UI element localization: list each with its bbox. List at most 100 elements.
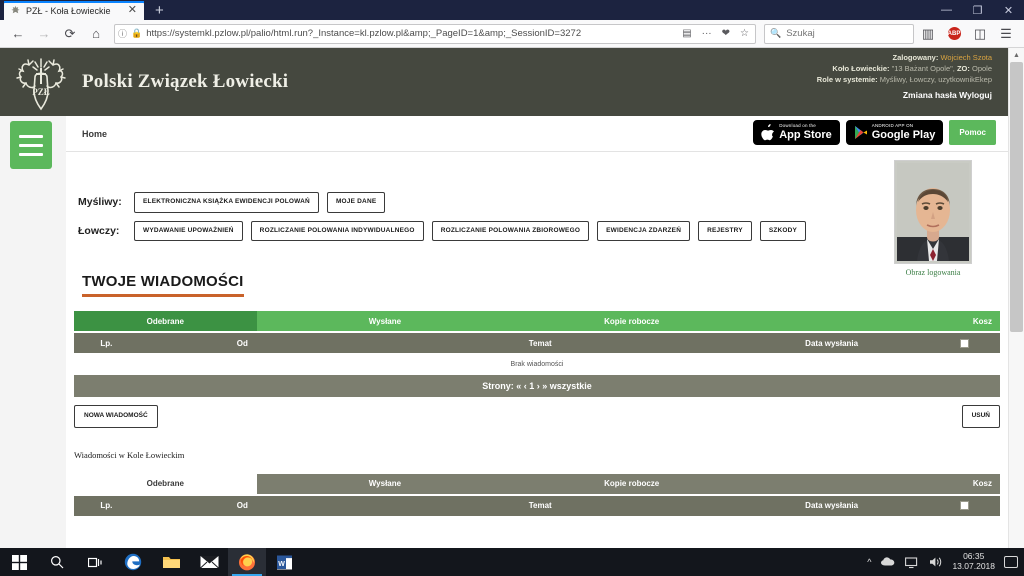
new-message-button[interactable]: NOWA WIADOMOŚĆ [74, 405, 158, 428]
site-favicon [11, 5, 20, 14]
app-menu-icon[interactable]: ☰ [994, 22, 1018, 46]
logged-user-row: Zalogowany: Wojciech Szota [817, 53, 993, 64]
club-tab-odebrane[interactable]: Odebrane [74, 473, 257, 494]
pzl-logo: PZŁ [8, 53, 74, 111]
reload-icon[interactable]: ⟳ [58, 22, 82, 46]
messages-pager[interactable]: Strony: « ‹ 1 › » wszystkie [74, 375, 1000, 397]
btn-wydawanie-upowaznien[interactable]: WYDAWANIE UPOWAŻNIEŃ [134, 220, 243, 241]
taskbar-search-button[interactable] [38, 548, 76, 576]
scrollbar-track[interactable] [1010, 62, 1023, 562]
col-lp: Lp. [100, 338, 113, 348]
system-tray: ^ 06:35 13.07.2018 [867, 551, 1024, 572]
browser-tab[interactable]: PZŁ - Koła Łowieckie ✕ [4, 1, 144, 20]
mail-button[interactable] [190, 548, 228, 576]
btn-rejestry[interactable]: REJESTRY [698, 220, 752, 241]
lock-icon: 🔒 [131, 28, 143, 38]
avatar [894, 160, 972, 264]
sidebar-icon[interactable]: ◫ [968, 22, 992, 46]
reader-mode-icon[interactable]: ▤ [679, 28, 694, 39]
tab-kosz[interactable]: Kosz [750, 311, 1000, 331]
tab-close-icon[interactable]: ✕ [126, 5, 139, 16]
word-button[interactable]: W [266, 548, 304, 576]
browser-search-box[interactable]: 🔍 [764, 23, 914, 44]
roles-value: Myśliwy, Łowczy, uzytkownikEkep [879, 74, 992, 84]
firefox-button[interactable] [228, 548, 266, 576]
club-tab-kopie-robocze[interactable]: Kopie robocze [513, 473, 751, 494]
circle-row: Koło Łowieckie: "13 Bażant Opole", ZO: O… [817, 64, 992, 75]
club-col-temat: Temat [528, 501, 552, 510]
app-store-big: App Store [779, 128, 832, 141]
task-view-button[interactable] [76, 548, 114, 576]
word-icon: W [277, 555, 292, 569]
breadcrumb[interactable]: Home [82, 129, 107, 139]
browser-titlebar: PZŁ - Koła Łowieckie ✕ + — ❐ ✕ [0, 0, 1024, 20]
btn-rozliczanie-indywidualnego[interactable]: ROZLICZANIE POLOWANIA INDYWIDUALNEGO [250, 220, 424, 241]
tab-odebrane[interactable]: Odebrane [74, 311, 257, 331]
forward-icon[interactable]: → [32, 22, 56, 46]
site-info-icon[interactable]: ⓘ [118, 27, 127, 40]
bookmark-star-icon[interactable]: ☆ [737, 28, 752, 39]
volume-icon[interactable] [929, 556, 943, 568]
tab-wyslane[interactable]: Wysłane [256, 311, 514, 331]
search-input[interactable] [786, 28, 908, 39]
role-row-lowczy: Łowczy: WYDAWANIE UPOWAŻNIEŃ ROZLICZANIE… [78, 220, 1008, 241]
hamburger-menu-button[interactable] [10, 121, 52, 169]
adblock-badge: ABP [947, 27, 961, 40]
close-icon[interactable]: ✕ [993, 0, 1024, 20]
action-center-icon[interactable] [1004, 556, 1018, 568]
tab-kopie-robocze[interactable]: Kopie robocze [513, 311, 751, 331]
logout-link[interactable]: Wyloguj [959, 90, 992, 100]
login-photo-block: Obraz logowania [894, 160, 972, 277]
scroll-up-icon[interactable]: ▲ [1009, 48, 1024, 62]
main-card: Home Download on the App Store ANDROID A… [66, 116, 1008, 576]
zo-label: ZO: [956, 63, 970, 73]
help-button[interactable]: Pomoc [949, 120, 996, 145]
library-icon[interactable]: ▥ [916, 22, 940, 46]
logged-value: Wojciech Szota [940, 53, 992, 62]
col-select-all[interactable] [929, 338, 1000, 348]
club-col-od: Od [236, 501, 248, 510]
minimize-icon[interactable]: — [931, 0, 962, 20]
back-icon[interactable]: ← [6, 22, 30, 46]
start-button[interactable] [0, 548, 38, 576]
club-select-all-checkbox[interactable] [959, 501, 969, 510]
account-links: Zmiana hasła Wyloguj [817, 89, 992, 101]
btn-moje-dane[interactable]: MOJE DANE [326, 192, 386, 213]
taskbar-clock[interactable]: 06:35 13.07.2018 [952, 551, 995, 572]
club-col-select-all[interactable] [929, 501, 1000, 510]
app-store-text: Download on the App Store [779, 123, 832, 141]
pocket-icon[interactable]: ❤ [719, 28, 733, 39]
google-play-icon [854, 126, 867, 139]
network-icon[interactable] [905, 556, 920, 569]
tray-expand-icon[interactable]: ^ [867, 557, 871, 567]
btn-rozliczanie-zbiorowego[interactable]: ROZLICZANIE POLOWANIA ZBIOROWEGO [431, 220, 590, 241]
apple-icon [761, 124, 775, 141]
google-play-badge[interactable]: ANDROID APP ON Google Play [845, 120, 944, 145]
btn-ewidencja-zdarzen[interactable]: EWIDENCJA ZDARZEŃ [597, 220, 691, 241]
role-actions: Myśliwy: ELEKTRONICZNA KSIĄŻKA EWIDENCJI… [66, 152, 1008, 241]
url-bar[interactable]: ⓘ 🔒 https://systemkl.pzlow.pl/palio/html… [114, 23, 756, 44]
delete-button[interactable]: USUŃ [961, 405, 1000, 428]
club-tab-kosz[interactable]: Kosz [750, 473, 1000, 494]
btn-szkody[interactable]: SZKODY [759, 220, 807, 241]
home-icon[interactable]: ⌂ [84, 22, 108, 46]
deer-skull-emblem-icon: PZŁ [16, 58, 66, 111]
btn-elektroniczna-ksiazka[interactable]: ELEKTRONICZNA KSIĄŻKA EWIDENCJI POLOWAŃ [134, 192, 319, 213]
select-all-checkbox[interactable] [959, 338, 969, 348]
browser-tab-title: PZŁ - Koła Łowieckie [26, 5, 111, 16]
messages-actions: NOWA WIADOMOŚĆ USUŃ [74, 405, 1000, 428]
change-password-link[interactable]: Zmiana hasła [903, 90, 957, 100]
page-scrollbar[interactable]: ▲ ▼ [1008, 48, 1024, 576]
maximize-icon[interactable]: ❐ [962, 0, 993, 20]
messages-tabs: Odebrane Wysłane Kopie robocze Kosz [74, 311, 1000, 331]
page-actions-icon[interactable]: ··· [699, 28, 715, 39]
scrollbar-thumb[interactable] [1010, 62, 1023, 332]
role-label-hunter: Myśliwy: [78, 196, 122, 209]
new-tab-button[interactable]: + [151, 1, 168, 20]
club-tab-wyslane[interactable]: Wysłane [256, 473, 514, 494]
edge-button[interactable] [114, 548, 152, 576]
onedrive-icon[interactable] [880, 556, 896, 568]
app-store-badge[interactable]: Download on the App Store [753, 120, 840, 145]
adblock-icon[interactable]: ABP [942, 22, 966, 46]
file-explorer-button[interactable] [152, 548, 190, 576]
